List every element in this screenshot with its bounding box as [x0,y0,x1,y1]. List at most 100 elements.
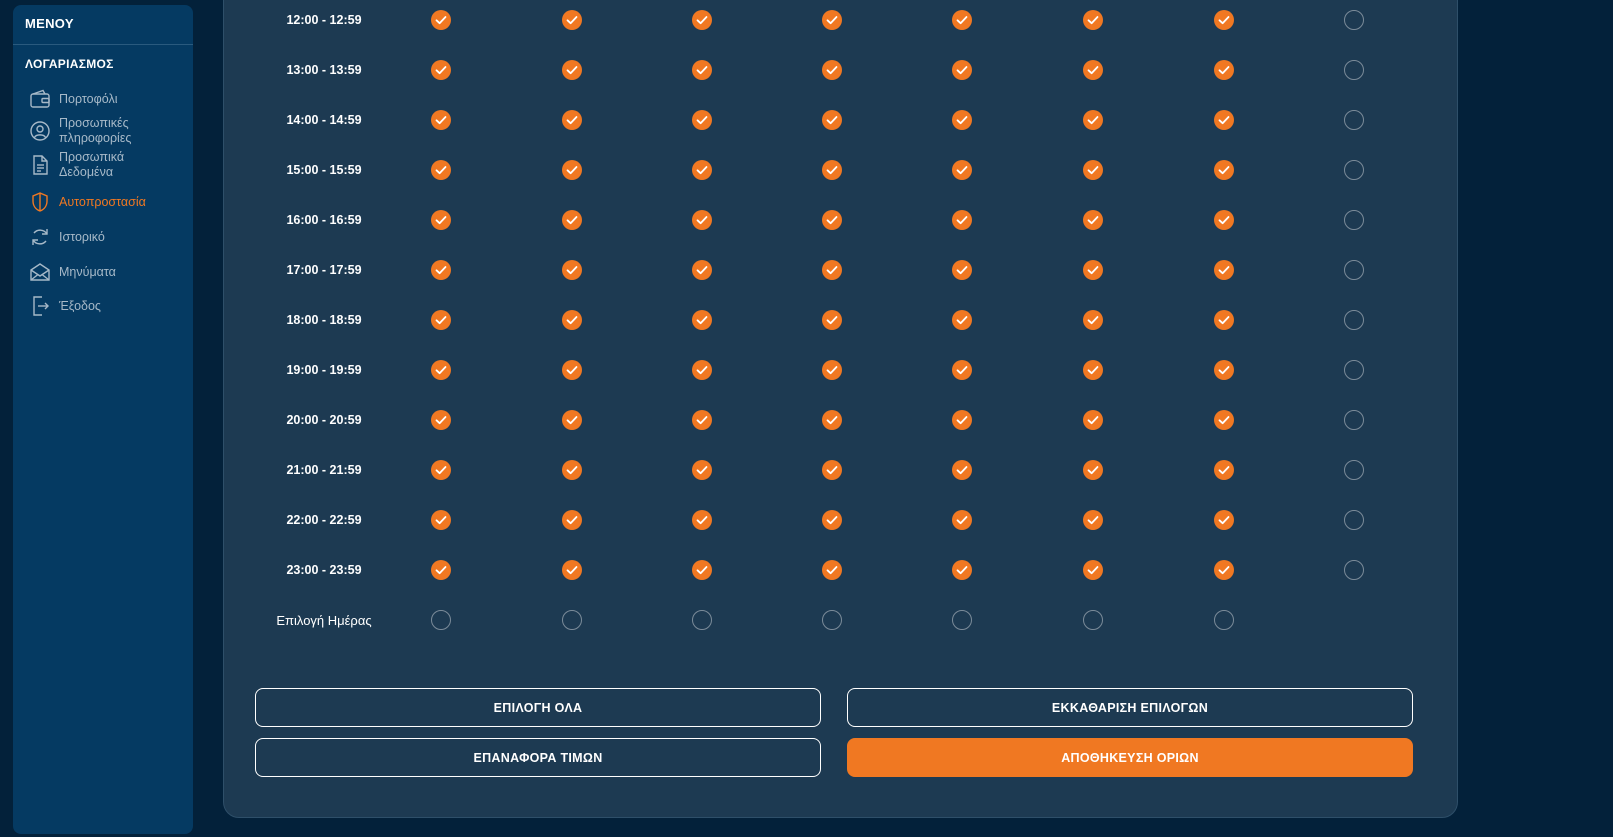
checkbox-checked[interactable] [692,110,712,130]
checkbox-checked[interactable] [1214,10,1234,30]
checkbox-checked[interactable] [822,310,842,330]
checkbox-checked[interactable] [431,260,451,280]
checkbox-checked[interactable] [952,410,972,430]
checkbox-unchecked[interactable] [1344,360,1364,380]
checkbox-unchecked[interactable] [562,610,582,630]
checkbox-checked[interactable] [562,360,582,380]
checkbox-checked[interactable] [431,210,451,230]
checkbox-checked[interactable] [562,260,582,280]
checkbox-checked[interactable] [952,460,972,480]
checkbox-checked[interactable] [692,310,712,330]
sidebar-item-messages[interactable]: Μηνύματα [13,261,193,283]
checkbox-checked[interactable] [1214,560,1234,580]
checkbox-unchecked[interactable] [1344,260,1364,280]
checkbox-checked[interactable] [1083,360,1103,380]
sidebar-item-wallet[interactable]: Πορτοφόλι [13,88,193,110]
checkbox-checked[interactable] [431,310,451,330]
checkbox-checked[interactable] [692,360,712,380]
checkbox-checked[interactable] [562,160,582,180]
checkbox-checked[interactable] [952,310,972,330]
checkbox-checked[interactable] [822,510,842,530]
checkbox-checked[interactable] [952,560,972,580]
checkbox-checked[interactable] [1214,160,1234,180]
checkbox-checked[interactable] [431,410,451,430]
checkbox-checked[interactable] [692,210,712,230]
checkbox-checked[interactable] [562,60,582,80]
checkbox-checked[interactable] [952,260,972,280]
checkbox-checked[interactable] [952,60,972,80]
checkbox-checked[interactable] [1083,10,1103,30]
checkbox-checked[interactable] [692,410,712,430]
checkbox-checked[interactable] [822,560,842,580]
checkbox-unchecked[interactable] [1344,60,1364,80]
checkbox-checked[interactable] [1214,310,1234,330]
checkbox-checked[interactable] [1083,210,1103,230]
checkbox-checked[interactable] [562,460,582,480]
checkbox-checked[interactable] [692,460,712,480]
checkbox-checked[interactable] [1214,360,1234,380]
checkbox-checked[interactable] [562,410,582,430]
sidebar-item-personal-info[interactable]: Προσωπικές πληροφορίες [13,116,193,146]
checkbox-unchecked[interactable] [1344,560,1364,580]
checkbox-unchecked[interactable] [1083,610,1103,630]
checkbox-checked[interactable] [952,510,972,530]
sidebar-item-self-protection[interactable]: Αυτοπροστασία [13,191,193,213]
checkbox-checked[interactable] [1083,160,1103,180]
checkbox-checked[interactable] [1083,260,1103,280]
checkbox-checked[interactable] [692,160,712,180]
checkbox-checked[interactable] [431,460,451,480]
checkbox-checked[interactable] [1214,260,1234,280]
checkbox-unchecked[interactable] [1344,110,1364,130]
checkbox-checked[interactable] [822,260,842,280]
checkbox-checked[interactable] [822,60,842,80]
checkbox-checked[interactable] [952,210,972,230]
checkbox-unchecked[interactable] [952,610,972,630]
checkbox-checked[interactable] [1214,210,1234,230]
checkbox-checked[interactable] [1083,310,1103,330]
checkbox-checked[interactable] [431,110,451,130]
checkbox-unchecked[interactable] [1344,210,1364,230]
clear-selections-button[interactable]: ΕΚΚΑΘΑΡΙΣΗ ΕΠΙΛΟΓΩΝ [847,688,1413,727]
checkbox-checked[interactable] [1083,410,1103,430]
checkbox-checked[interactable] [692,510,712,530]
checkbox-unchecked[interactable] [822,610,842,630]
checkbox-checked[interactable] [1214,510,1234,530]
checkbox-checked[interactable] [952,110,972,130]
checkbox-checked[interactable] [1214,60,1234,80]
sidebar-item-history[interactable]: Ιστορικό [13,226,193,248]
checkbox-checked[interactable] [822,410,842,430]
checkbox-checked[interactable] [822,460,842,480]
checkbox-checked[interactable] [431,160,451,180]
checkbox-checked[interactable] [692,560,712,580]
save-limits-button[interactable]: ΑΠΟΘΗΚΕΥΣΗ ΟΡΙΩΝ [847,738,1413,777]
checkbox-checked[interactable] [431,560,451,580]
checkbox-checked[interactable] [1214,110,1234,130]
checkbox-checked[interactable] [562,310,582,330]
checkbox-checked[interactable] [952,360,972,380]
select-all-button[interactable]: ΕΠΙΛΟΓΗ ΟΛΑ [255,688,821,727]
checkbox-checked[interactable] [1083,510,1103,530]
checkbox-checked[interactable] [1214,460,1234,480]
checkbox-checked[interactable] [822,160,842,180]
checkbox-unchecked[interactable] [1344,460,1364,480]
checkbox-checked[interactable] [822,360,842,380]
checkbox-checked[interactable] [1214,410,1234,430]
checkbox-checked[interactable] [562,210,582,230]
checkbox-unchecked[interactable] [1344,510,1364,530]
checkbox-unchecked[interactable] [1344,10,1364,30]
sidebar-item-logout[interactable]: Έξοδος [13,295,193,317]
checkbox-checked[interactable] [1083,60,1103,80]
checkbox-checked[interactable] [431,510,451,530]
checkbox-unchecked[interactable] [431,610,451,630]
checkbox-checked[interactable] [692,260,712,280]
checkbox-checked[interactable] [1083,460,1103,480]
checkbox-checked[interactable] [692,10,712,30]
checkbox-checked[interactable] [431,360,451,380]
checkbox-unchecked[interactable] [1344,160,1364,180]
checkbox-checked[interactable] [431,60,451,80]
checkbox-checked[interactable] [822,110,842,130]
checkbox-unchecked[interactable] [1344,410,1364,430]
checkbox-checked[interactable] [431,10,451,30]
reset-values-button[interactable]: ΕΠΑΝΑΦΟΡΑ ΤΙΜΩΝ [255,738,821,777]
checkbox-checked[interactable] [952,160,972,180]
